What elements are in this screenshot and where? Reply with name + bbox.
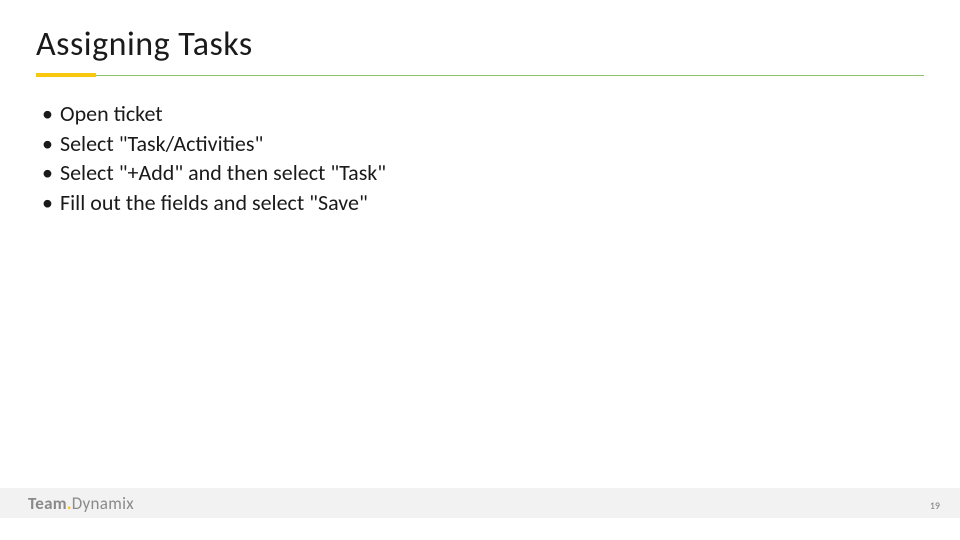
slide-title: Assigning Tasks — [36, 24, 924, 65]
title-underline — [36, 73, 924, 77]
bullet-item: Open ticket — [42, 99, 924, 129]
brand-logo: Team.Dynamix — [28, 493, 134, 514]
bullet-list: Open ticket Select "Task/Activities" Sel… — [36, 99, 924, 218]
footer-bar — [0, 488, 960, 518]
bullet-item: Select "Task/Activities" — [42, 129, 924, 159]
logo-text-team: Team — [28, 493, 67, 514]
bullet-item: Fill out the fields and select "Save" — [42, 188, 924, 218]
title-underline-yellow — [36, 73, 96, 77]
page-number: 19 — [930, 499, 940, 512]
bullet-item: Select "+Add" and then select "Task" — [42, 158, 924, 188]
slide: Assigning Tasks Open ticket Select "Task… — [0, 0, 960, 540]
logo-text-dynamix: Dynamix — [72, 493, 134, 514]
footer: Team.Dynamix 19 — [0, 482, 960, 540]
title-underline-green — [36, 75, 924, 76]
